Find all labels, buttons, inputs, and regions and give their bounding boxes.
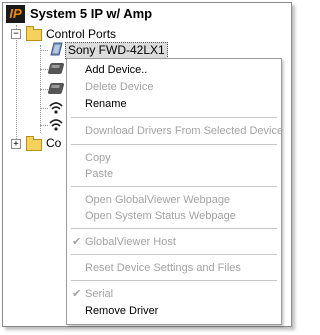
tree-connector — [40, 125, 48, 126]
menu-separator — [71, 254, 277, 255]
wireless-icon[interactable] — [48, 101, 64, 115]
folder-icon — [26, 136, 42, 151]
tree-item-control-ports[interactable]: Control Ports — [46, 27, 116, 41]
menu-item-label: GlobalViewer Host — [85, 236, 176, 248]
menu-item-reset-device-settings: Reset Device Settings and Files — [67, 260, 281, 276]
menu-item-rename[interactable]: Rename — [67, 96, 281, 112]
menu-item-label: Serial — [85, 288, 114, 300]
menu-item-label: Add Device.. — [85, 64, 148, 76]
folder-icon — [26, 26, 42, 41]
menu-item-paste: Paste — [67, 166, 281, 182]
menu-item-delete-device: Delete Device — [67, 79, 281, 95]
menu-item-globalviewer-host: ✔ GlobalViewer Host — [67, 234, 281, 250]
menu-item-open-system-status-webpage: Open System Status Webpage — [67, 208, 281, 224]
system-title[interactable]: System 5 IP w/ Amp — [30, 6, 152, 21]
menu-separator — [71, 228, 277, 229]
expand-expander[interactable]: + — [11, 139, 21, 149]
menu-item-label: Paste — [85, 168, 114, 180]
menu-separator — [71, 280, 277, 281]
menu-separator — [71, 144, 277, 145]
ip-logo-icon: IP — [6, 5, 25, 23]
tree-connector — [40, 108, 48, 109]
checkmark-icon: ✔ — [72, 235, 82, 248]
tree-item-selected-device[interactable]: Sony FWD-42LX1 — [65, 42, 168, 59]
tree-connector — [40, 89, 48, 90]
display-device-icon — [50, 42, 63, 56]
menu-item-label: Open System Status Webpage — [85, 210, 236, 222]
collapse-expander[interactable]: − — [11, 29, 21, 39]
tree-connector — [40, 50, 48, 51]
checkmark-icon: ✔ — [72, 287, 82, 300]
menu-item-serial: ✔ Serial — [67, 286, 281, 302]
menu-separator — [71, 117, 277, 118]
wireless-icon[interactable] — [48, 118, 64, 132]
menu-item-label: Rename — [85, 98, 127, 110]
device-icon[interactable] — [47, 63, 65, 74]
tree-item-collapsed-folder[interactable]: Co — [46, 136, 61, 150]
menu-item-add-device[interactable]: Add Device.. — [67, 62, 281, 78]
menu-separator — [71, 186, 277, 187]
menu-item-label: Remove Driver — [85, 305, 159, 317]
menu-item-remove-driver[interactable]: Remove Driver — [67, 303, 281, 319]
menu-item-label: Copy — [85, 152, 111, 164]
context-menu: Add Device.. Delete Device Rename Downlo… — [66, 58, 284, 325]
menu-item-label: Download Drivers From Selected Device — [85, 125, 284, 137]
menu-item-open-globalviewer-webpage: Open GlobalViewer Webpage — [67, 192, 281, 208]
menu-item-label: Open GlobalViewer Webpage — [85, 194, 231, 206]
menu-item-label: Delete Device — [85, 81, 154, 93]
menu-item-copy: Copy — [67, 150, 281, 166]
menu-item-label: Reset Device Settings and Files — [85, 262, 241, 274]
device-icon[interactable] — [47, 83, 65, 94]
tree-connector — [40, 69, 48, 70]
menu-item-download-drivers: Download Drivers From Selected Device — [67, 123, 284, 139]
window-frame: IP System 5 IP w/ Amp − Control Ports So… — [2, 2, 292, 327]
tree-connector — [16, 25, 17, 145]
